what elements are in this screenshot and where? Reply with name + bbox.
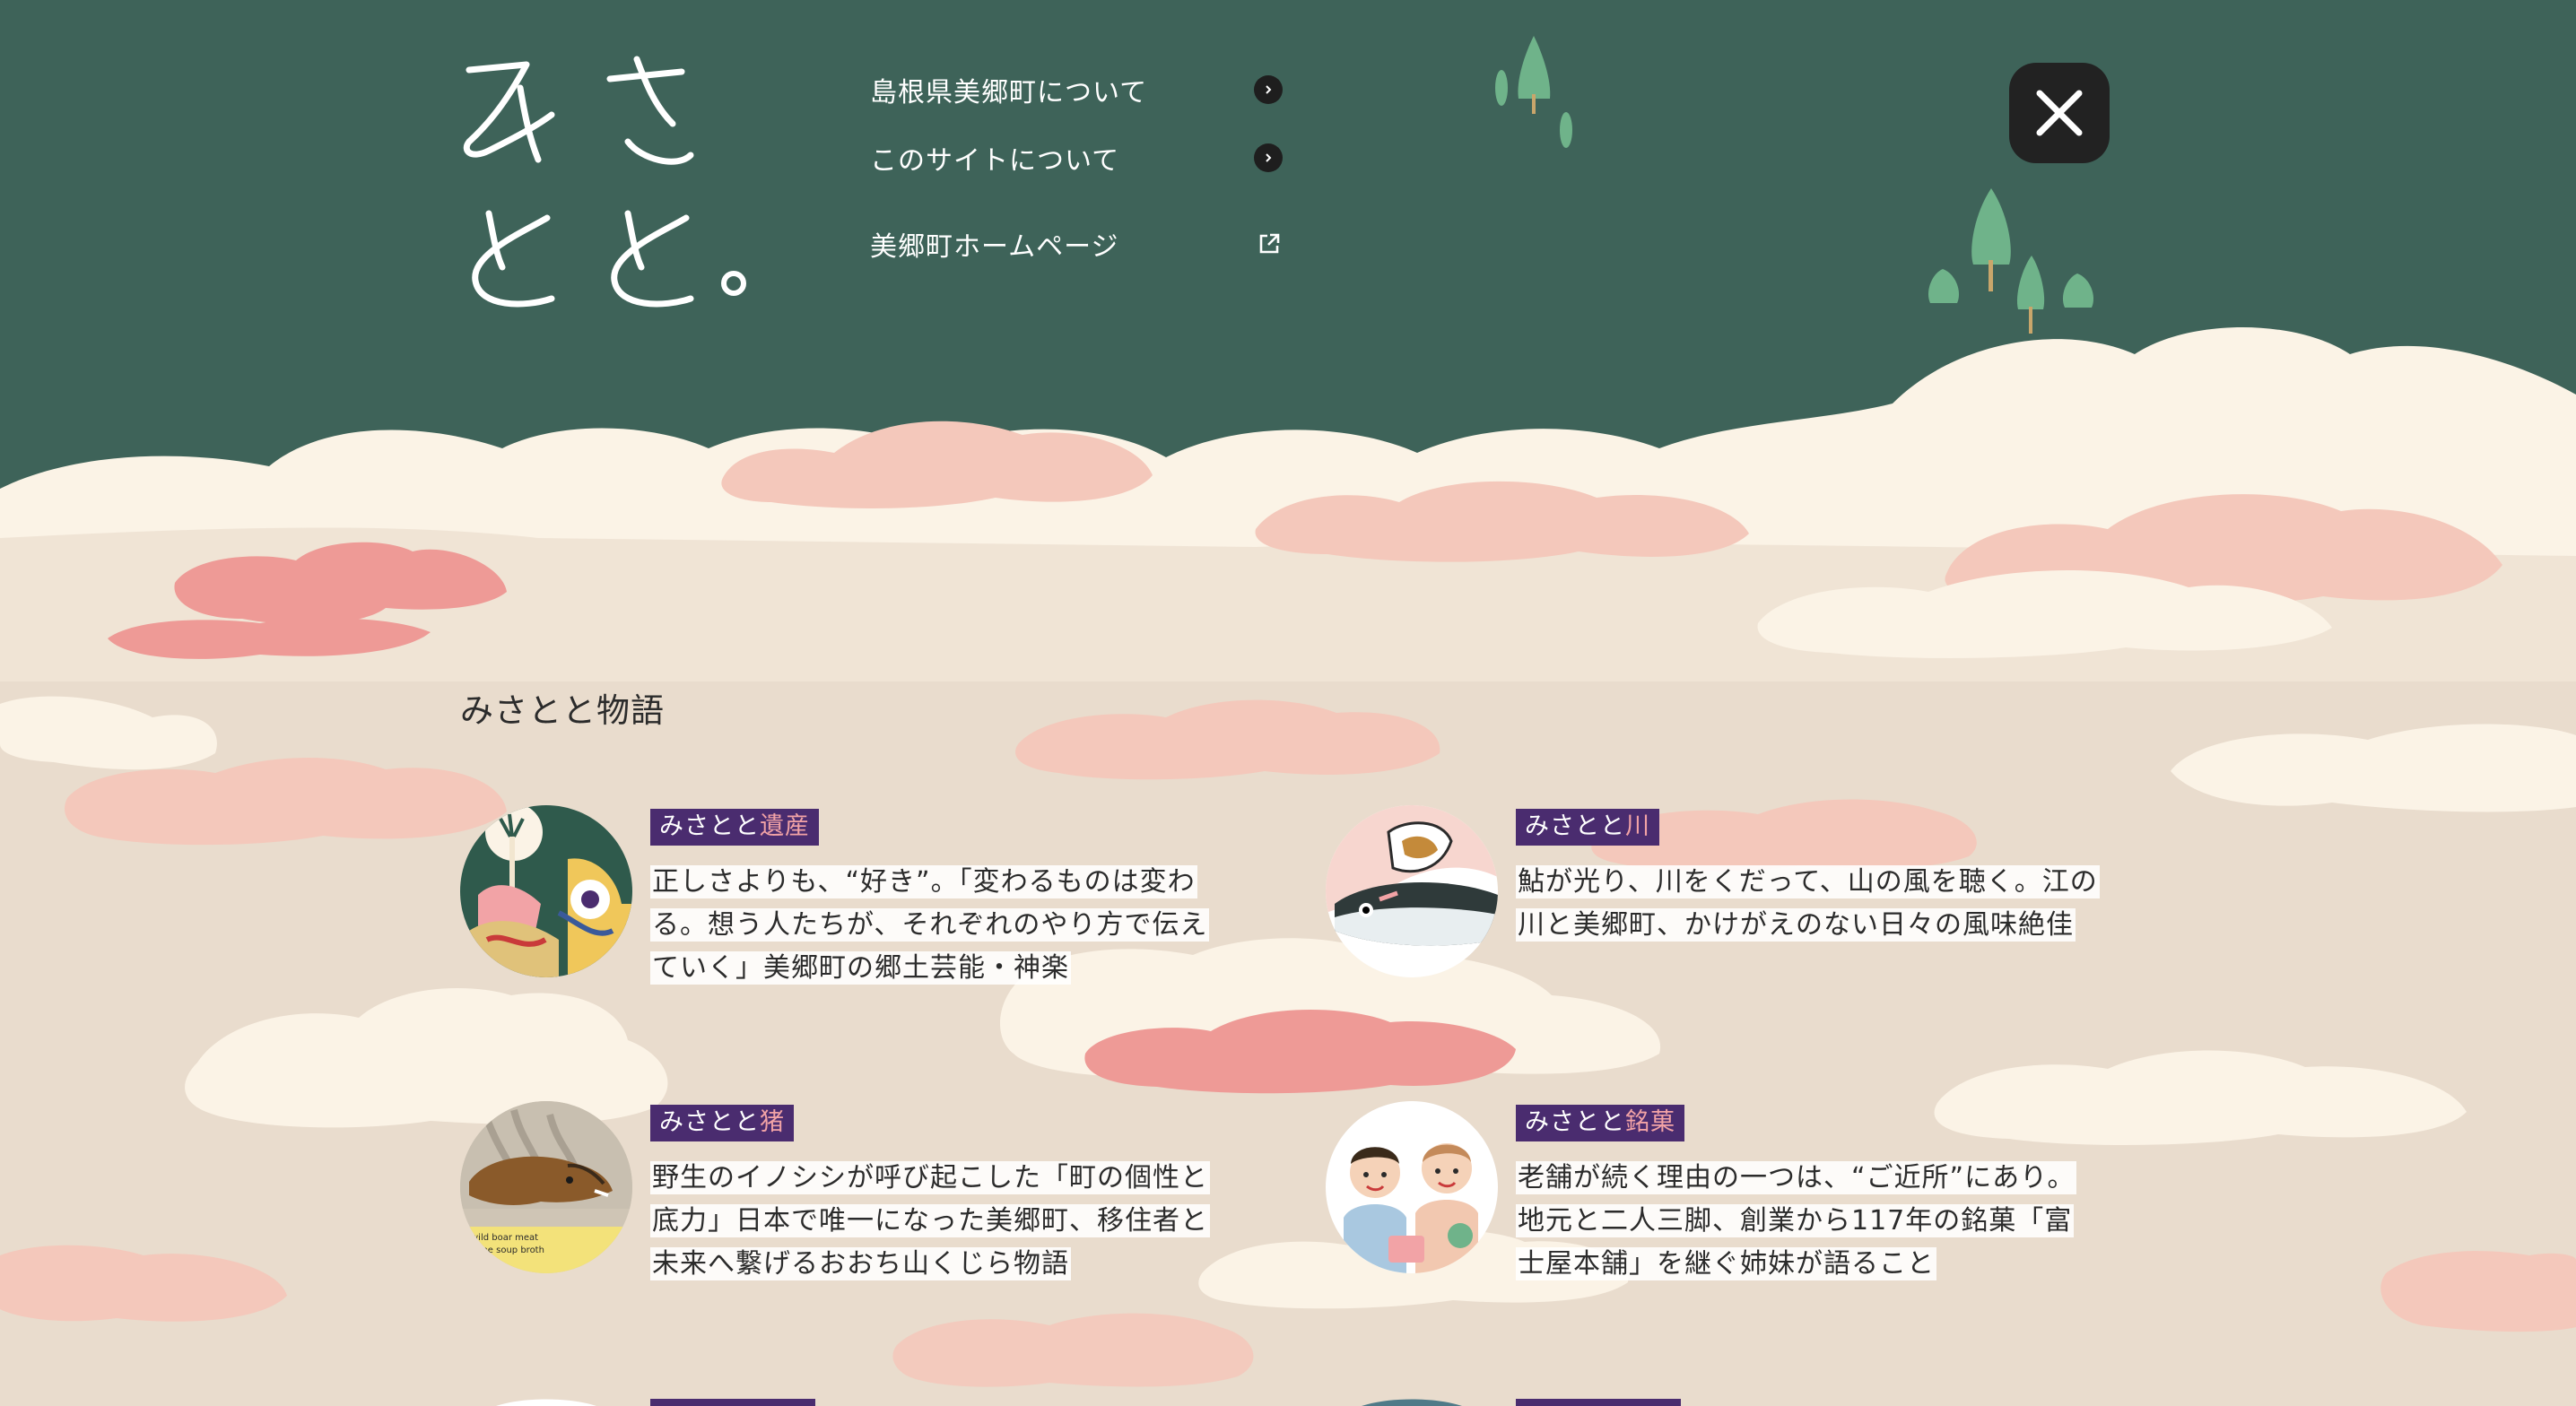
story-tag: みさとと川	[1516, 809, 1659, 846]
story-tag: みさとと銘菓	[1516, 1105, 1684, 1141]
story-tag: みさとと猪	[650, 1105, 794, 1141]
story-description: 鮎が光り、川をくだって、山の風を聴く。江の川と美郷町、かけがえのない日々の風味絶…	[1516, 861, 2100, 947]
story-card-river[interactable]: みさとと川 鮎が光り、川をくだって、山の風を聴く。江の川と美郷町、かけがえのない…	[1326, 805, 2133, 1011]
tag-accent: 遺産	[760, 812, 810, 840]
nav-item-label: 島根県美郷町について	[870, 77, 1148, 108]
cloud-scenery	[0, 36, 2576, 1387]
story-card-boar[interactable]: wild boar meat bone soup broth みさとと猪 野生の…	[460, 1101, 1267, 1307]
tag-prefix: みさとと	[1525, 812, 1625, 840]
story-description: 正しさよりも、“好き”。「変わるものは変わる。想う人たちが、それぞれのやり方で伝…	[650, 861, 1233, 990]
story-thumbnail-partial	[496, 1399, 596, 1406]
story-description: 老舗が続く理由の一つは、“ご近所”にあり。地元と二人三脚、創業から117年の銘菓…	[1516, 1157, 2099, 1286]
nav-item-label: 美郷町ホームページ	[870, 231, 1119, 263]
nav-item-about-site[interactable]: このサイトについて	[870, 138, 1283, 178]
story-card-confectionery[interactable]: みさとと銘菓 老舗が続く理由の一つは、“ご近所”にあり。地元と二人三脚、創業から…	[1326, 1101, 2133, 1307]
tag-prefix: みさとと	[1525, 1108, 1625, 1136]
close-menu-button[interactable]	[2009, 63, 2110, 163]
story-thumbnail-partial	[1362, 1399, 1462, 1406]
story-text: 正しさよりも、“好き”。「変わるものは変わる。想う人たちが、それぞれのやり方で伝…	[650, 865, 1210, 985]
chevron-right-icon	[1254, 143, 1283, 172]
tag-accent: 猪	[760, 1108, 785, 1136]
nav-item-town-homepage[interactable]: 美郷町ホームページ	[870, 224, 1283, 264]
story-tag-partial	[1516, 1399, 1681, 1406]
story-thumbnail	[1326, 1101, 1498, 1273]
thumb-caption: bone soup broth	[471, 1245, 544, 1255]
tag-accent: 銘菓	[1625, 1108, 1675, 1136]
external-link-icon	[1256, 230, 1283, 257]
story-thumbnail: wild boar meat bone soup broth	[460, 1101, 632, 1273]
story-description: 野生のイノシシが呼び起こした「町の個性と底力」日本で唯一になった美郷町、移住者と…	[650, 1157, 1233, 1286]
close-icon	[2036, 90, 2083, 136]
story-tag: みさとと遺産	[650, 809, 819, 846]
thumb-caption: wild boar meat	[471, 1233, 538, 1243]
tag-prefix: みさとと	[659, 812, 760, 840]
nav-item-about-town[interactable]: 島根県美郷町について	[870, 70, 1283, 109]
story-thumbnail	[1326, 805, 1498, 977]
story-card-heritage[interactable]: みさとと遺産 正しさよりも、“好き”。「変わるものは変わる。想う人たちが、それぞ…	[460, 805, 1267, 1011]
tag-prefix: みさとと	[659, 1108, 760, 1136]
site-logo[interactable]	[453, 52, 758, 312]
story-text: 鮎が光り、川をくだって、山の風を聴く。江の川と美郷町、かけがえのない日々の風味絶…	[1516, 865, 2100, 942]
chevron-right-icon	[1254, 75, 1283, 104]
tag-accent: 川	[1625, 812, 1650, 840]
story-thumbnail	[460, 805, 632, 977]
nav-item-label: このサイトについて	[870, 145, 1120, 177]
story-text: 老舗が続く理由の一つは、“ご近所”にあり。地元と二人三脚、創業から117年の銘菓…	[1516, 1161, 2077, 1280]
section-title: みさとと物語	[460, 691, 665, 730]
story-tag-partial	[650, 1399, 815, 1406]
story-text: 野生のイノシシが呼び起こした「町の個性と底力」日本で唯一になった美郷町、移住者と…	[650, 1161, 1210, 1280]
